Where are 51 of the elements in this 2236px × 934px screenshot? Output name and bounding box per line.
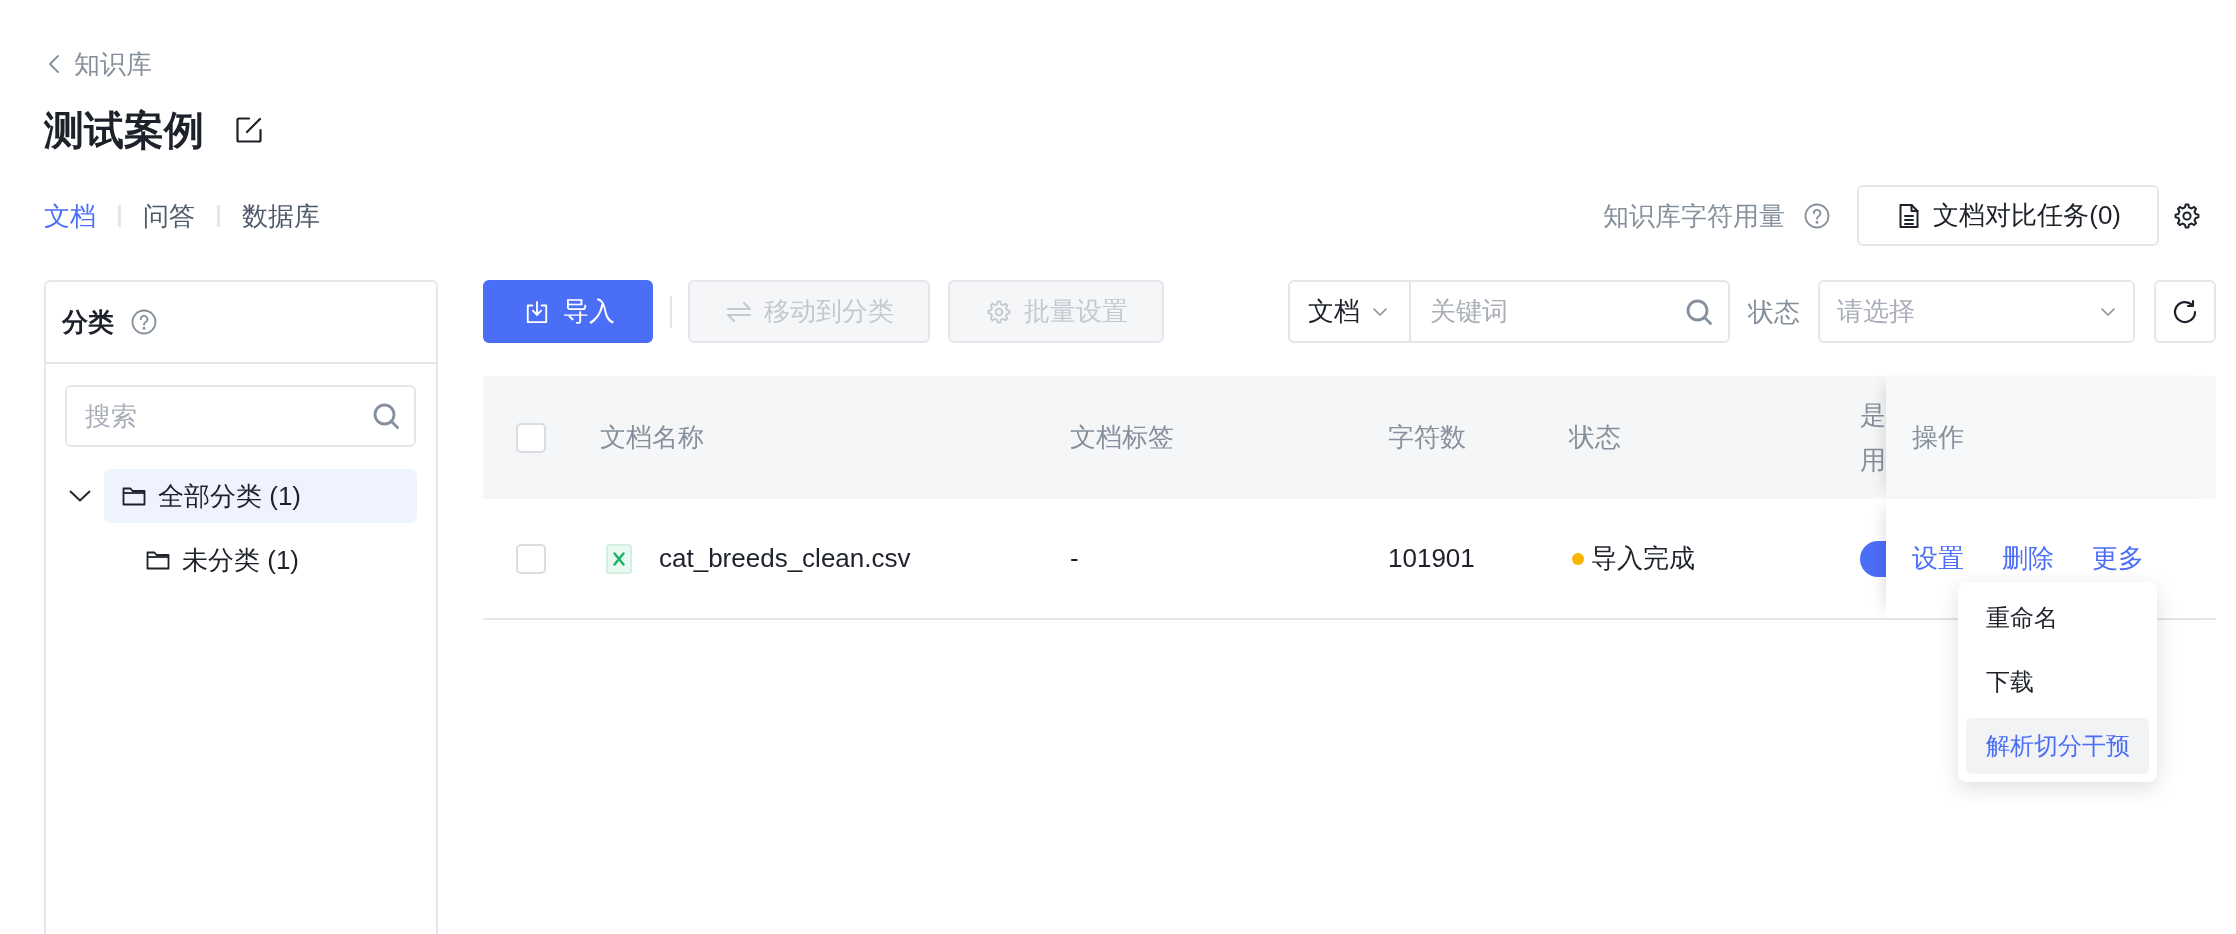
spreadsheet-file-icon xyxy=(606,543,632,574)
table-cell: - xyxy=(1070,543,1079,574)
keyword-field[interactable]: 关键词 xyxy=(1409,280,1730,343)
settings-icon[interactable] xyxy=(2174,202,2200,229)
tab[interactable]: 数据库 xyxy=(242,197,320,234)
gear-icon xyxy=(986,299,1012,324)
action-link[interactable]: 更多 xyxy=(2092,541,2144,576)
edit-icon[interactable] xyxy=(235,116,263,144)
checkbox[interactable] xyxy=(516,543,546,574)
checkbox[interactable] xyxy=(516,422,546,453)
chevron-left-icon[interactable] xyxy=(48,54,60,74)
compare-tasks-button[interactable]: 文档对比任务(0) xyxy=(1857,185,2159,246)
column-header: 字符数 xyxy=(1388,421,1466,454)
column-header: 是用 xyxy=(1860,398,1886,477)
refresh-icon xyxy=(2172,298,2198,325)
column-header: 文档标签 xyxy=(1070,421,1174,454)
menu-item[interactable]: 下载 xyxy=(1966,654,2149,710)
column-header: 状态 xyxy=(1569,421,1621,454)
search-icon[interactable] xyxy=(1686,298,1712,325)
tab[interactable]: 问答 xyxy=(143,197,195,234)
usage-label: 知识库字符用量 xyxy=(1603,199,1786,233)
search-field[interactable]: 搜索 xyxy=(65,385,416,447)
caret-down-icon xyxy=(2101,307,2115,316)
caret-down-icon xyxy=(1373,307,1387,316)
toggle-switch[interactable] xyxy=(1860,540,1886,577)
refresh-button[interactable] xyxy=(2154,280,2216,343)
folder-icon xyxy=(146,550,170,570)
page-title: 测试案例 xyxy=(44,107,204,154)
chevron-down-icon[interactable] xyxy=(69,490,91,502)
tree-item[interactable]: 全部分类 (1) xyxy=(104,469,417,523)
status-select[interactable]: 请选择 xyxy=(1818,280,2135,343)
column-header: 操作 xyxy=(1912,421,1964,454)
help-icon[interactable] xyxy=(1804,202,1831,229)
folder-icon xyxy=(122,486,146,506)
help-icon[interactable] xyxy=(131,309,157,335)
tree-item[interactable]: 未分类 (1) xyxy=(128,533,417,587)
status-text: 导入完成 xyxy=(1591,542,1695,575)
action-link[interactable]: 设置 xyxy=(1912,541,1964,576)
table-cell: 101901 xyxy=(1388,543,1475,574)
file-name[interactable]: cat_breeds_clean.csv xyxy=(659,543,911,574)
search-icon[interactable] xyxy=(373,403,399,429)
tab[interactable]: 文档 xyxy=(44,197,96,234)
menu-item[interactable]: 重命名 xyxy=(1966,590,2149,646)
toolbar-button[interactable]: 导入 xyxy=(483,280,653,343)
download-icon xyxy=(524,299,550,324)
column-header: 文档名称 xyxy=(600,421,704,454)
status-filter-label: 状态 xyxy=(1748,295,1800,329)
action-link[interactable]: 删除 xyxy=(2002,541,2054,576)
menu-item[interactable]: 解析切分干预 xyxy=(1966,718,2149,774)
panel-title: 分类 xyxy=(62,306,114,339)
document-icon xyxy=(1898,202,1921,229)
